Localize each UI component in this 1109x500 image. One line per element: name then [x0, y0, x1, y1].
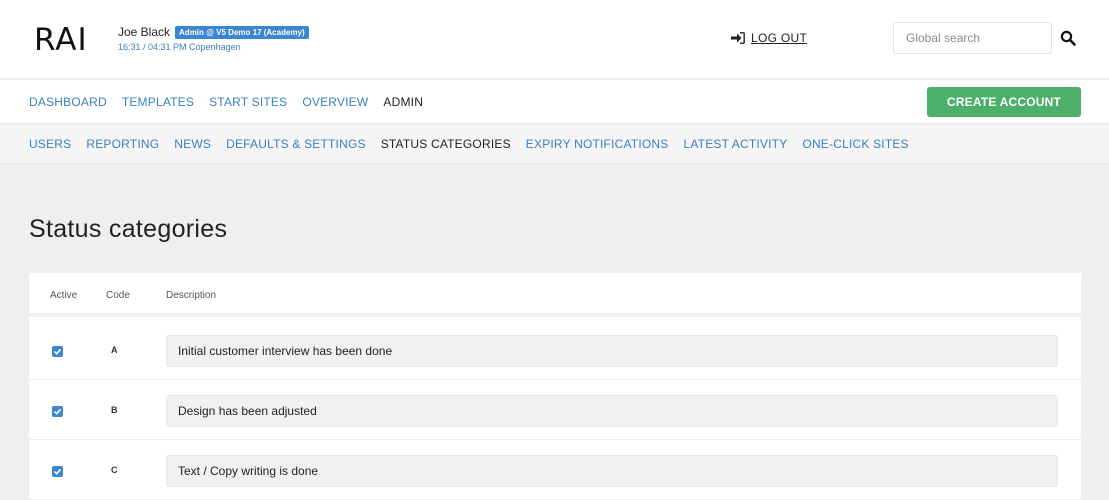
nav-overview[interactable]: OVERVIEW [302, 95, 368, 109]
status-categories-table: Active Code Description A B C [29, 273, 1081, 500]
active-checkbox[interactable] [52, 466, 63, 477]
subnav-expiry-notifications[interactable]: EXPIRY NOTIFICATIONS [526, 137, 669, 151]
table-row: C [29, 441, 1081, 500]
subnav-defaults-settings[interactable]: DEFAULTS & SETTINGS [226, 137, 366, 151]
subnav-reporting[interactable]: REPORTING [86, 137, 159, 151]
user-name: Joe Black [118, 25, 171, 39]
table-row: B [29, 381, 1081, 440]
column-header-code: Code [106, 290, 130, 301]
nav-templates[interactable]: TEMPLATES [122, 95, 194, 109]
admin-sub-nav: USERS REPORTING NEWS DEFAULTS & SETTINGS… [0, 125, 1109, 164]
subnav-status-categories[interactable]: STATUS CATEGORIES [381, 137, 511, 151]
nav-admin[interactable]: ADMIN [383, 95, 423, 109]
column-header-active: Active [50, 290, 78, 301]
nav-dashboard[interactable]: DASHBOARD [29, 95, 107, 109]
table-header: Active Code Description [29, 273, 1081, 317]
description-input[interactable] [166, 455, 1058, 487]
sign-in-arrow-icon [731, 32, 745, 44]
checkmark-icon [53, 468, 62, 475]
active-checkbox[interactable] [52, 406, 63, 417]
table-row: A [29, 321, 1081, 380]
app-header: RAI Joe Black Admin @ V5 Demo 17 (Academ… [0, 0, 1109, 79]
account-badge[interactable]: Admin @ V5 Demo 17 (Academy) [175, 25, 309, 39]
column-header-description: Description [166, 290, 217, 301]
search-icon[interactable] [1060, 30, 1076, 46]
create-account-button[interactable]: CREATE ACCOUNT [927, 87, 1081, 117]
subnav-news[interactable]: NEWS [174, 137, 211, 151]
active-checkbox[interactable] [52, 346, 63, 357]
category-code: B [111, 405, 118, 415]
page-title: Status categories [29, 215, 228, 243]
global-search-input[interactable] [893, 22, 1052, 54]
local-time: 16:31 / 04:31 PM Copenhagen [118, 42, 241, 52]
subnav-latest-activity[interactable]: LATEST ACTIVITY [683, 137, 787, 151]
subnav-one-click-sites[interactable]: ONE-CLICK SITES [802, 137, 908, 151]
category-code: C [111, 465, 118, 475]
user-info: Joe Black Admin @ V5 Demo 17 (Academy) 1… [118, 25, 309, 52]
description-input[interactable] [166, 395, 1058, 427]
logout-link[interactable]: LOG OUT [731, 31, 807, 45]
checkmark-icon [53, 408, 62, 415]
description-input[interactable] [166, 335, 1058, 367]
nav-start-sites[interactable]: START SITES [209, 95, 287, 109]
category-code: A [111, 345, 118, 355]
checkmark-icon [53, 348, 62, 355]
subnav-users[interactable]: USERS [29, 137, 71, 151]
app-logo[interactable]: RAI [34, 22, 88, 58]
logout-label: LOG OUT [751, 31, 808, 45]
